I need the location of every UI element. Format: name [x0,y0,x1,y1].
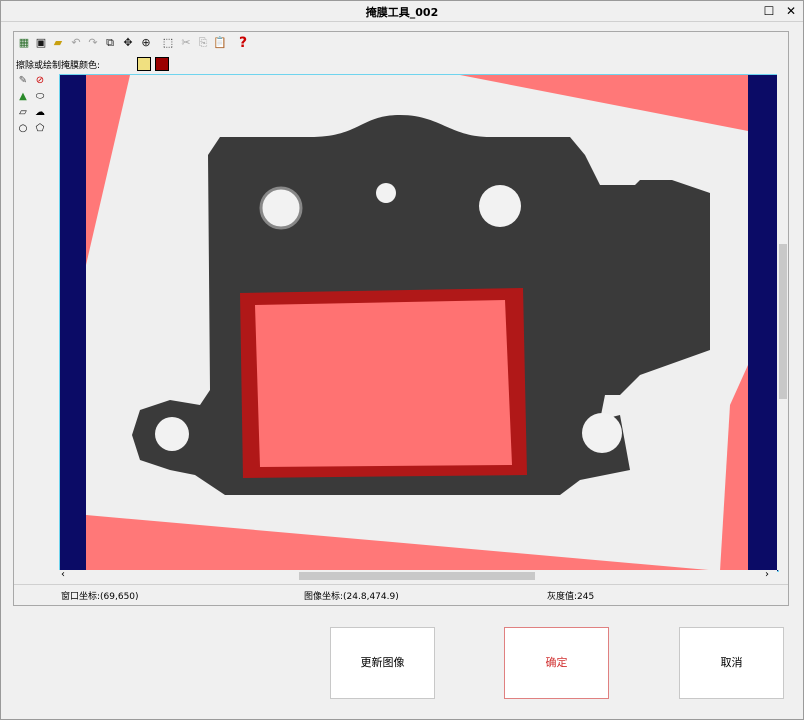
part-hole-bottom-left [155,417,189,451]
toolbar-tool[interactable]: ⧉ [102,35,118,51]
toolbar-tool[interactable]: ✥ [120,35,136,51]
toolbar-tool[interactable]: ⊕ [138,35,154,51]
toolbar-tool[interactable]: ✂ [178,35,194,51]
confirm-button[interactable]: 确定 [504,627,609,699]
status-bar: 窗口坐标:(69,650) 图像坐标:(24.8,474.9) 灰度值:245 [14,584,788,605]
maximize-button[interactable]: ☐ [761,3,777,19]
toolbar-tool[interactable]: 📋 [212,35,228,51]
toolbar-tool[interactable]: ▣ [33,35,49,51]
scroll-left-icon[interactable]: ‹ [61,569,65,580]
horizontal-scrollbar[interactable]: ‹ › [59,569,777,582]
part-hole-center [376,183,396,203]
title-bar: 掩膜工具_002 ☐ ✕ [1,1,803,22]
part-hole-left [259,186,303,230]
part-hole-bottom-right [582,413,622,453]
mask-color-label: 擦除或绘制掩膜颜色: [16,61,101,71]
update-image-button[interactable]: 更新图像 [330,627,435,699]
image-canvas[interactable] [59,74,779,572]
part-hole-right [479,185,521,227]
side-tool[interactable]: ▱ [16,106,30,120]
vertical-scroll-thumb[interactable] [779,244,787,399]
window-coord-status: 窗口坐标:(69,650) [61,592,139,602]
mask-tool-window: 掩膜工具_002 ☐ ✕ ▦ ▣ ▰ ↶ ↷ ⧉ ✥ ⊕ ⬚ ✂ ⎘ 📋 ? 擦… [0,0,804,720]
close-button[interactable]: ✕ [783,3,799,19]
side-tool[interactable]: ○ [16,122,30,136]
image-coord-status: 图像坐标:(24.8,474.9) [304,592,399,602]
side-tool[interactable]: ⊘ [33,74,47,88]
toolbar-tool[interactable]: ↶ [68,35,84,51]
toolbar-tool[interactable]: ⎘ [195,35,211,51]
editor-panel: ▦ ▣ ▰ ↶ ↷ ⧉ ✥ ⊕ ⬚ ✂ ⎘ 📋 ? 擦除或绘制掩膜颜色: ✎ ⊘… [13,31,789,606]
gray-value-status: 灰度值:245 [547,592,595,602]
side-tool[interactable]: ☁ [33,106,47,120]
toolbar-tool[interactable]: ▦ [16,35,32,51]
vertical-scrollbar[interactable] [777,74,788,570]
side-tool[interactable]: ⬭ [33,90,47,104]
cancel-button[interactable]: 取消 [679,627,784,699]
window-title: 掩膜工具_002 [365,6,439,19]
eraser-swatch[interactable] [137,57,151,71]
image-canvas-svg [60,75,778,571]
toolbar-tool[interactable]: ? [235,35,251,51]
scroll-right-icon[interactable]: › [765,569,769,580]
mask-color-swatch[interactable] [155,57,169,71]
toolbar-tool[interactable]: ⬚ [160,35,176,51]
mask-region-fill [255,300,512,467]
toolbar-tool[interactable]: ↷ [85,35,101,51]
toolbar-tool[interactable]: ▰ [50,35,66,51]
horizontal-scroll-thumb[interactable] [299,572,535,580]
side-tool[interactable]: ✎ [16,74,30,88]
side-tool[interactable]: ▲ [16,90,30,104]
side-tool[interactable]: ⬠ [33,122,47,136]
